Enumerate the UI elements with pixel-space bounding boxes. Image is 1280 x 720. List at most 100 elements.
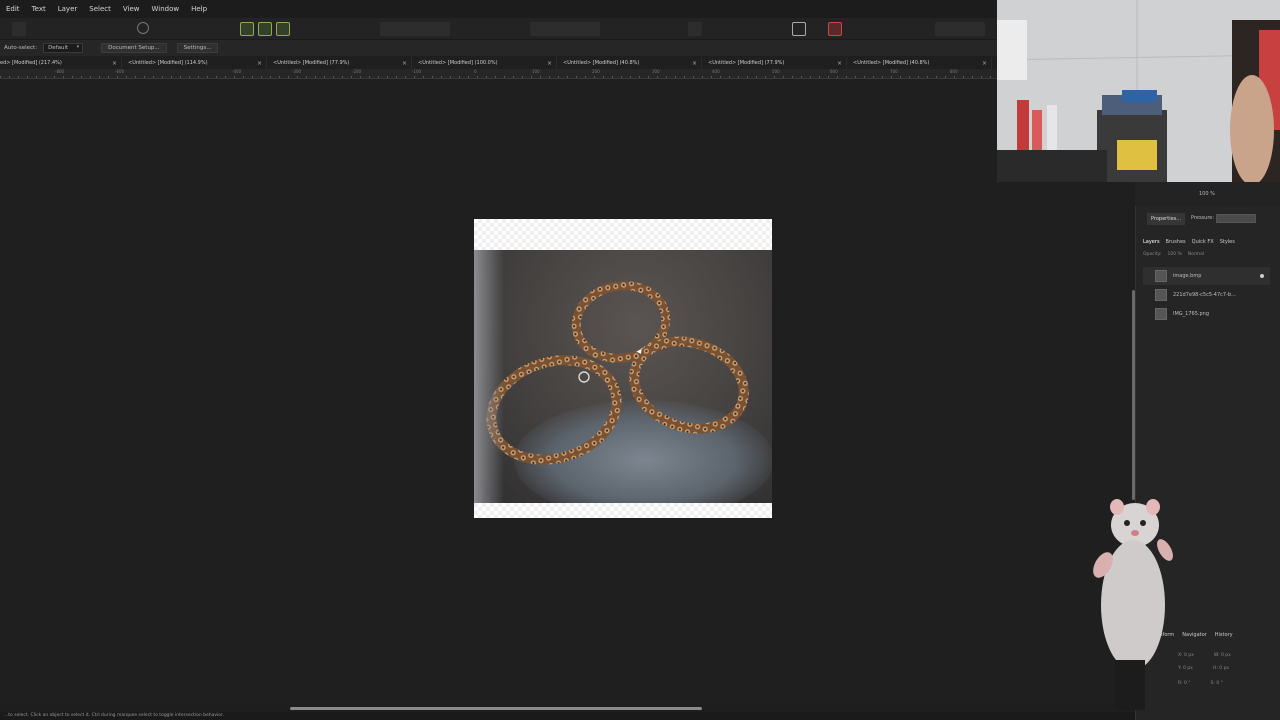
- document-tab[interactable]: <Untitled> [Modified] (40.8%) ×: [847, 57, 992, 69]
- toolbar-button[interactable]: [688, 22, 702, 36]
- ruler-tick: 800: [950, 69, 958, 74]
- close-icon[interactable]: ×: [547, 60, 552, 67]
- tab-label: ed> [Modified] (217.4%): [0, 60, 62, 66]
- document-tab[interactable]: <Untitled> [Modified] (114.9%) ×: [122, 57, 267, 69]
- auto-select-dropdown[interactable]: Default: [43, 43, 84, 53]
- tab-navigator[interactable]: Navigator: [1182, 632, 1206, 642]
- ruler-tick: -200: [352, 69, 362, 74]
- tab-label: <Untitled> [Modified] (40.8%): [563, 60, 640, 66]
- properties-tab[interactable]: Properties...: [1147, 213, 1186, 225]
- tab-styles[interactable]: Styles: [1220, 239, 1235, 245]
- tab-label: <Untitled> [Modified] (77.9%): [708, 60, 785, 66]
- context-toolbar: Auto-select: Default Document Setup... S…: [0, 40, 997, 56]
- toolbar-group-3[interactable]: [935, 22, 985, 36]
- document-canvas[interactable]: [474, 219, 772, 518]
- persona-icon[interactable]: [12, 22, 26, 36]
- ruler-tick: -600: [115, 69, 125, 74]
- tab-label: <Untitled> [Modified] (100.0%): [418, 60, 498, 66]
- layer-name: image.bmp: [1173, 273, 1202, 279]
- close-icon[interactable]: ×: [982, 60, 987, 67]
- layer-row[interactable]: image.bmp: [1143, 267, 1270, 285]
- auto-select-label: Auto-select:: [4, 45, 38, 51]
- ruler-tick: 500: [772, 69, 780, 74]
- close-icon[interactable]: ×: [402, 60, 407, 67]
- tab-label: <Untitled> [Modified] (40.8%): [853, 60, 930, 66]
- webcam-scene: [997, 0, 1280, 182]
- toolbar-group-1[interactable]: [380, 22, 450, 36]
- color-swatch-icon[interactable]: [828, 22, 842, 36]
- close-icon[interactable]: ×: [257, 60, 262, 67]
- w-label: W:: [1213, 653, 1220, 658]
- ruler-tick: 200: [592, 69, 600, 74]
- toolbar: [0, 18, 997, 40]
- document-tab[interactable]: <Untitled> [Modified] (77.9%) ×: [702, 57, 847, 69]
- menu-bar: Edit Text Layer Select View Window Help: [0, 0, 997, 18]
- document-tab[interactable]: ed> [Modified] (217.4%) ×: [0, 57, 122, 69]
- ruler-tick: -100: [412, 69, 422, 74]
- gear-icon[interactable]: [137, 22, 149, 34]
- menu-view[interactable]: View: [123, 5, 148, 13]
- align-left-icon[interactable]: [240, 22, 254, 36]
- w-field[interactable]: W: 0 px: [1214, 653, 1231, 658]
- tab-history[interactable]: History: [1215, 632, 1233, 642]
- x-value: 0 px: [1184, 653, 1194, 658]
- s-label: S:: [1210, 681, 1215, 686]
- transform-row: Y: 0 px H: 0 px: [1178, 666, 1229, 671]
- layer-thumbnail: [1155, 270, 1167, 282]
- pressure-field[interactable]: [1216, 214, 1256, 223]
- menu-select[interactable]: Select: [89, 5, 119, 13]
- panel-toolbar: 100 %: [1135, 182, 1280, 206]
- tab-quick-fx[interactable]: Quick FX: [1192, 239, 1214, 245]
- zoom-value[interactable]: 100 %: [1199, 191, 1215, 197]
- close-icon[interactable]: ×: [692, 60, 697, 67]
- layer-row[interactable]: 221d7e98-c5c5-47c7-b...: [1143, 286, 1270, 304]
- snapping-icon[interactable]: [792, 22, 806, 36]
- document-tab[interactable]: <Untitled> [Modified] (40.8%) ×: [557, 57, 702, 69]
- h-field[interactable]: H: 0 px: [1213, 666, 1229, 671]
- document-tabs: ed> [Modified] (217.4%) × <Untitled> [Mod…: [0, 57, 997, 69]
- s-field[interactable]: S: 0 °: [1211, 681, 1223, 686]
- tab-layers[interactable]: Layers: [1143, 239, 1160, 245]
- opacity-label: Opacity:: [1143, 252, 1162, 257]
- horizontal-scrollbar[interactable]: [290, 707, 702, 710]
- ruler-tick: -400: [232, 69, 242, 74]
- pressure-label: Pressure:: [1191, 215, 1215, 221]
- settings-button[interactable]: Settings...: [176, 43, 219, 53]
- toolbar-group-2[interactable]: [530, 22, 600, 36]
- h-value: 0 px: [1219, 666, 1230, 671]
- align-center-icon[interactable]: [258, 22, 272, 36]
- document-tab[interactable]: <Untitled> [Modified] (100.0%) ×: [412, 57, 557, 69]
- blend-mode-select[interactable]: Normal: [1188, 252, 1204, 262]
- hamster-mascot-overlay: [1085, 495, 1185, 715]
- document-tab[interactable]: <Untitled> [Modified] (77.9%) ×: [267, 57, 412, 69]
- tab-brushes[interactable]: Brushes: [1166, 239, 1186, 245]
- close-icon[interactable]: ×: [112, 60, 117, 67]
- webcam-overlay: [997, 0, 1280, 182]
- transform-row: X: 0 px W: 0 px: [1178, 653, 1231, 658]
- ruler-tick: 600: [830, 69, 838, 74]
- ruler-tick: 700: [890, 69, 898, 74]
- visibility-icon[interactable]: [1260, 274, 1264, 278]
- s-value: 0 °: [1216, 681, 1223, 686]
- ruler-tick: 400: [712, 69, 720, 74]
- bracelet-photo[interactable]: [474, 250, 772, 503]
- w-value: 0 px: [1221, 653, 1231, 658]
- menu-help[interactable]: Help: [191, 5, 215, 13]
- layer-thumbnail: [1155, 289, 1167, 301]
- align-right-icon[interactable]: [276, 22, 290, 36]
- close-icon[interactable]: ×: [837, 60, 842, 67]
- layer-row[interactable]: IMG_1765.png: [1143, 305, 1270, 323]
- menu-text[interactable]: Text: [32, 5, 54, 13]
- layer-thumbnail: [1155, 308, 1167, 320]
- h-label: H:: [1212, 666, 1218, 671]
- document-setup-button[interactable]: Document Setup...: [101, 43, 167, 53]
- opacity-value[interactable]: 100 %: [1168, 252, 1182, 262]
- ruler-tick: 100: [532, 69, 540, 74]
- ruler-tick: 0: [474, 69, 477, 74]
- menu-layer[interactable]: Layer: [58, 5, 86, 13]
- menu-window[interactable]: Window: [152, 5, 188, 13]
- tab-label: <Untitled> [Modified] (114.9%): [128, 60, 208, 66]
- ruler-tick: -800: [55, 69, 65, 74]
- layer-name: IMG_1765.png: [1173, 311, 1209, 317]
- menu-edit[interactable]: Edit: [6, 5, 28, 13]
